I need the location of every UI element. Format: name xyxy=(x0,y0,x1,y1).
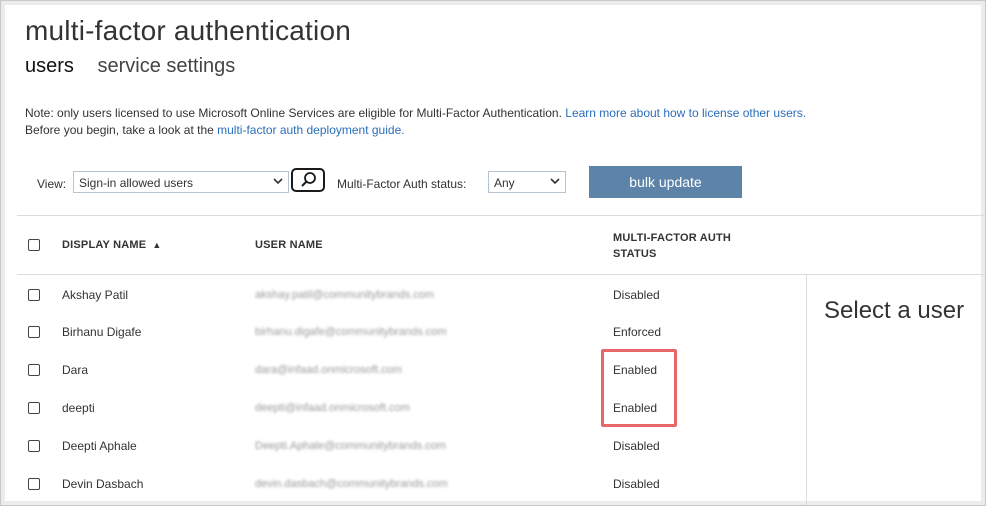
mfa-status-cell: Disabled xyxy=(613,288,660,302)
column-header-mfa-status[interactable]: MULTI-FACTOR AUTH STATUS xyxy=(613,230,731,262)
search-icon xyxy=(301,172,316,187)
display-name-cell: deepti xyxy=(62,401,95,415)
row-checkbox[interactable] xyxy=(28,478,40,490)
user-name-cell: akshay.patil@communitybrands.com xyxy=(255,289,435,301)
user-detail-pane: Select a user xyxy=(806,275,985,505)
search-button[interactable] xyxy=(291,168,325,192)
row-checkbox[interactable] xyxy=(28,440,40,452)
column-header-user-name[interactable]: USER NAME xyxy=(255,237,323,253)
license-note: Note: only users licensed to use Microso… xyxy=(25,105,806,139)
note-line2-text: Before you begin, take a look at the xyxy=(25,123,214,137)
tab-service-settings[interactable]: service settings xyxy=(97,55,235,78)
user-name-cell: birhanu.digafe@communitybrands.com xyxy=(255,326,447,338)
user-name-cell: devin.dasbach@communitybrands.com xyxy=(255,478,448,490)
display-name-cell: Akshay Patil xyxy=(62,288,129,302)
mfa-status-select-value: Any xyxy=(494,176,515,190)
chevron-down-icon xyxy=(273,178,283,185)
sort-ascending-icon: ▲ xyxy=(152,240,162,250)
view-select[interactable]: Sign-in allowed users xyxy=(73,171,289,193)
user-name-cell: deepti@infaad.onmicrosoft.com xyxy=(255,402,410,414)
row-checkbox[interactable] xyxy=(28,402,40,414)
user-name-cell: dara@infaad.onmicrosoft.com xyxy=(255,364,402,376)
page-title: multi-factor authentication xyxy=(25,15,352,46)
select-all-checkbox[interactable] xyxy=(28,239,40,251)
bulk-update-button[interactable]: bulk update xyxy=(589,166,742,198)
view-label: View: xyxy=(37,177,67,191)
annotation-highlight xyxy=(601,349,677,427)
column-header-display-name[interactable]: DISPLAY NAME ▲ xyxy=(62,237,161,253)
display-name-cell: Deepti Aphale xyxy=(62,439,137,453)
mfa-status-label: Multi-Factor Auth status: xyxy=(337,177,467,191)
divider xyxy=(17,215,985,216)
tab-bar: users service settings xyxy=(25,55,253,78)
detail-placeholder: Select a user xyxy=(824,297,965,324)
mfa-status-cell: Disabled xyxy=(613,477,660,491)
mfa-status-cell: Enforced xyxy=(613,325,662,339)
row-checkbox[interactable] xyxy=(28,326,40,338)
row-checkbox[interactable] xyxy=(28,364,40,376)
app-window: multi-factor authentication users servic… xyxy=(0,0,986,506)
display-name-cell: Devin Dasbach xyxy=(62,477,144,491)
display-name-cell: Birhanu Digafe xyxy=(62,325,142,339)
chevron-down-icon xyxy=(550,178,560,185)
tab-users[interactable]: users xyxy=(25,55,74,78)
mfa-status-cell: Disabled xyxy=(613,439,660,453)
user-name-cell: Deepti.Aphale@communitybrands.com xyxy=(255,440,446,452)
license-link[interactable]: Learn more about how to license other us… xyxy=(565,106,806,120)
deployment-guide-link[interactable]: multi-factor auth deployment guide. xyxy=(217,123,404,137)
row-checkbox[interactable] xyxy=(28,289,40,301)
view-select-value: Sign-in allowed users xyxy=(79,176,194,190)
mfa-status-select[interactable]: Any xyxy=(488,171,566,193)
display-name-cell: Dara xyxy=(62,363,89,377)
note-line1-text: Note: only users licensed to use Microso… xyxy=(25,106,562,120)
